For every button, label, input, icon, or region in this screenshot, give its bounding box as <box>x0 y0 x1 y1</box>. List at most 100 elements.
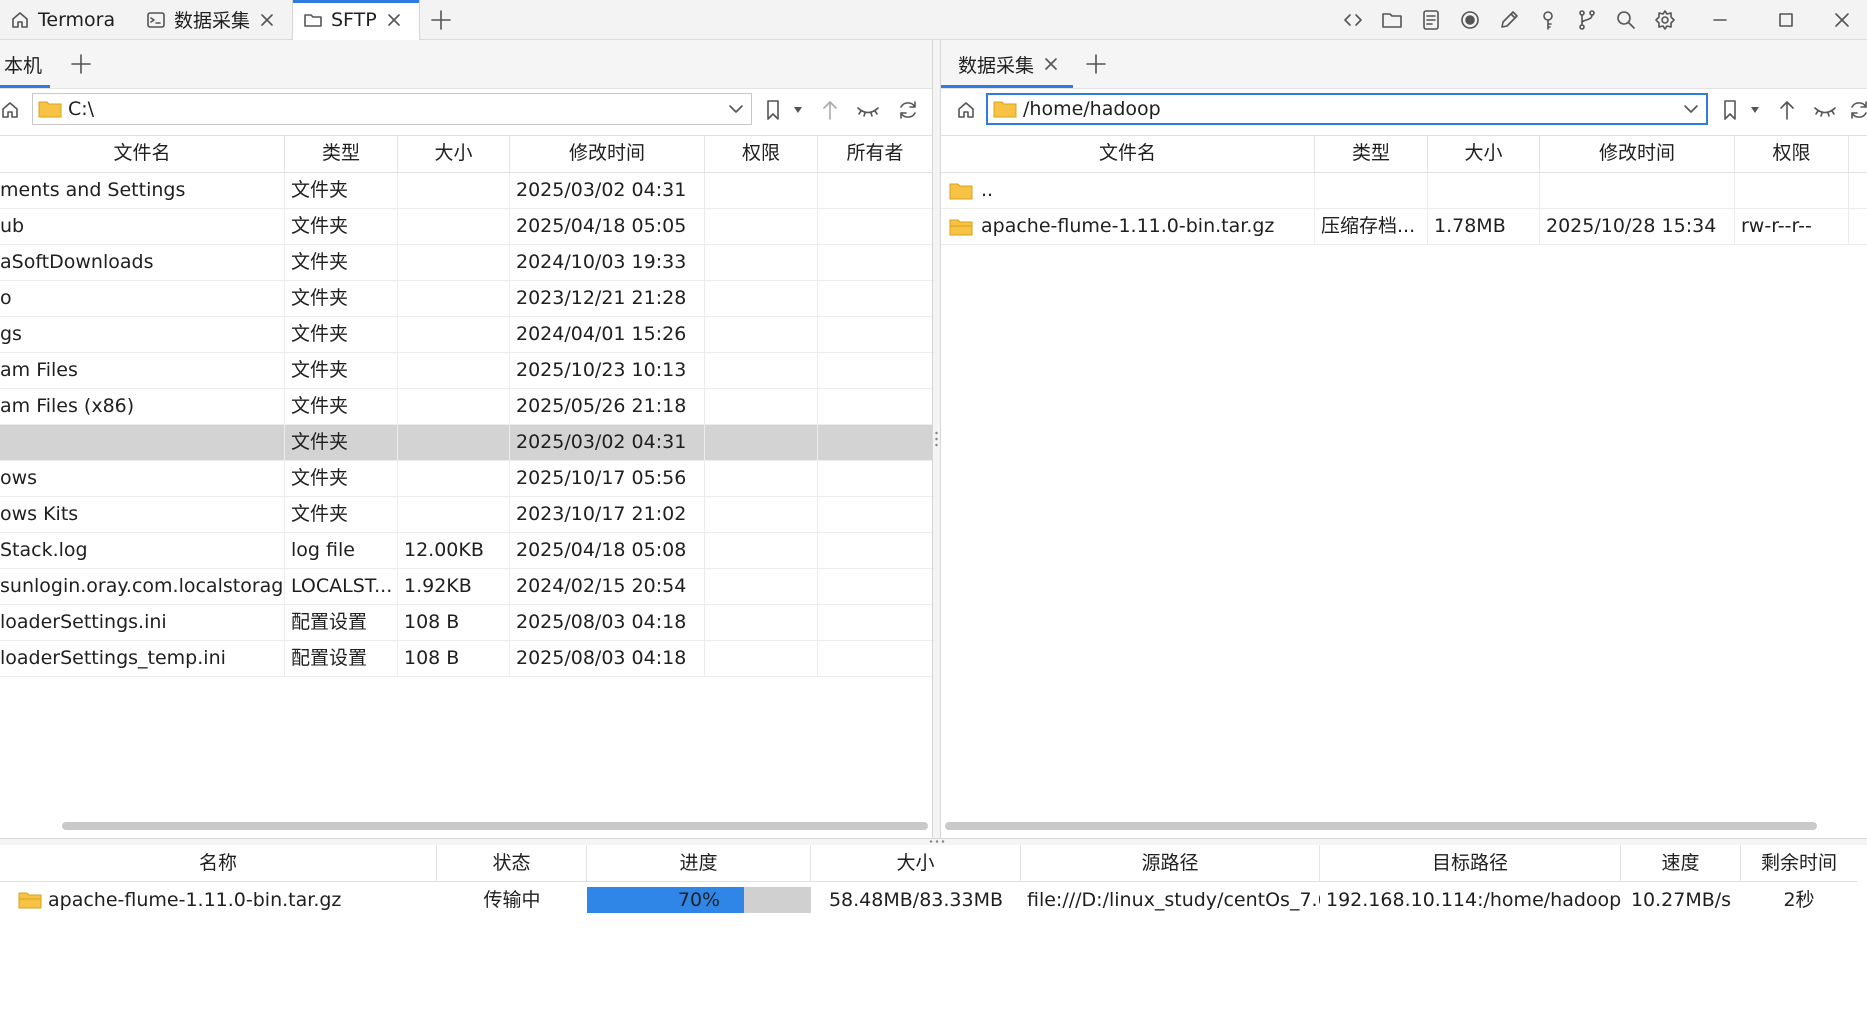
tab-sftp[interactable]: SFTP <box>292 0 420 40</box>
branch-icon[interactable] <box>1574 7 1600 33</box>
caret-down-icon[interactable] <box>791 97 805 123</box>
file-row[interactable]: ments and Settings 文件夹 2025/03/02 04:31 <box>0 173 932 209</box>
home-icon[interactable] <box>0 97 23 123</box>
file-row[interactable]: .. <box>941 173 1867 209</box>
tab-remote-session[interactable]: 数据采集 <box>941 40 1073 88</box>
column-header[interactable]: 进度 <box>587 845 811 881</box>
file-row[interactable]: 文件夹 2025/03/02 04:31 <box>0 425 932 461</box>
home-icon[interactable] <box>953 97 979 123</box>
file-size-cell: 108 B <box>398 605 510 640</box>
close-window-button[interactable] <box>1817 0 1867 39</box>
column-header[interactable]: 速度 <box>1621 845 1741 881</box>
folder-icon[interactable] <box>1379 7 1405 33</box>
file-row[interactable]: aSoftDownloads 文件夹 2024/10/03 19:33 <box>0 245 932 281</box>
pencil-icon[interactable] <box>1496 7 1522 33</box>
column-header[interactable]: 修改时间 <box>510 136 705 172</box>
column-header[interactable]: 剩余时间 <box>1741 845 1857 881</box>
hidden-files-icon[interactable] <box>1812 97 1838 123</box>
bookmark-icon[interactable] <box>760 97 786 123</box>
file-row[interactable]: loaderSettings.ini 配置设置 108 B 2025/08/03 04… <box>0 605 932 641</box>
file-owner-cell <box>818 605 932 640</box>
horizontal-splitter[interactable] <box>0 838 1867 845</box>
document-icon[interactable] <box>1418 7 1444 33</box>
chevron-down-icon[interactable] <box>721 94 751 124</box>
column-header[interactable]: 大小 <box>1428 136 1540 172</box>
record-icon[interactable] <box>1457 7 1483 33</box>
close-icon[interactable] <box>258 11 276 29</box>
remote-path-input[interactable] <box>1023 98 1676 120</box>
column-header[interactable]: 大小 <box>811 845 1021 881</box>
arrow-up-icon[interactable] <box>1774 97 1800 123</box>
file-perm-cell <box>705 425 818 460</box>
maximize-button[interactable] <box>1756 0 1816 39</box>
column-header[interactable]: 目标路径 <box>1320 845 1621 881</box>
tab-data-collection[interactable]: 数据采集 <box>136 0 291 39</box>
file-size-cell: 12.00KB <box>398 533 510 568</box>
code-icon[interactable] <box>1340 7 1366 33</box>
file-row[interactable]: am Files (x86) 文件夹 2025/05/26 21:18 <box>0 389 932 425</box>
transfer-row[interactable]: apache-flume-1.11.0-bin.tar.gz 传输中 70% 5… <box>0 882 1857 918</box>
chevron-down-icon[interactable] <box>1676 94 1706 124</box>
file-mtime-cell: 2025/08/03 04:18 <box>510 605 705 640</box>
column-header[interactable]: 类型 <box>285 136 398 172</box>
file-mtime-cell: 2024/10/03 19:33 <box>510 245 705 280</box>
file-row[interactable]: loaderSettings_temp.ini 配置设置 108 B 2025/08/… <box>0 641 932 677</box>
transfer-progress-bar: 70% <box>587 887 811 913</box>
tab-local[interactable]: 本机 <box>0 40 50 88</box>
column-header[interactable]: 所有者 <box>818 136 932 172</box>
column-header[interactable]: 名称 <box>0 845 437 881</box>
column-header-spacer <box>1849 136 1867 172</box>
file-owner-cell <box>818 281 932 316</box>
column-header[interactable]: 修改时间 <box>1540 136 1735 172</box>
local-path-input[interactable] <box>68 98 721 120</box>
horizontal-scrollbar[interactable] <box>945 822 1817 830</box>
search-icon[interactable] <box>1613 7 1639 33</box>
file-row[interactable]: ows 文件夹 2025/10/17 05:56 <box>0 461 932 497</box>
vertical-splitter[interactable] <box>932 40 941 838</box>
file-name-cell: ows <box>0 461 285 496</box>
column-header[interactable]: 状态 <box>437 845 587 881</box>
arrow-up-icon[interactable] <box>817 97 843 123</box>
local-path-box <box>32 93 752 125</box>
column-header[interactable]: 权限 <box>705 136 818 172</box>
file-perm-cell <box>705 533 818 568</box>
close-icon[interactable] <box>385 11 403 29</box>
file-row[interactable]: Stack.log log file 12.00KB 2025/04/18 05:08 <box>0 533 932 569</box>
file-row[interactable]: ub 文件夹 2025/04/18 05:05 <box>0 209 932 245</box>
minimize-button[interactable] <box>1690 0 1750 39</box>
key-icon[interactable] <box>1535 7 1561 33</box>
horizontal-scrollbar[interactable] <box>62 822 928 830</box>
refresh-icon[interactable] <box>895 97 921 123</box>
add-local-tab-button[interactable] <box>68 51 94 77</box>
file-mtime-cell: 2023/10/17 21:02 <box>510 497 705 532</box>
file-row[interactable]: ows Kits 文件夹 2023/10/17 21:02 <box>0 497 932 533</box>
column-header[interactable]: 类型 <box>1315 136 1428 172</box>
file-name: apache-flume-1.11.0-bin.tar.gz <box>981 215 1275 237</box>
gear-icon[interactable] <box>1652 7 1678 33</box>
remote-path-box <box>986 93 1708 125</box>
file-row[interactable]: apache-flume-1.11.0-bin.tar.gz 压缩存档... 1.7… <box>941 209 1867 245</box>
caret-down-icon[interactable] <box>1748 97 1762 123</box>
file-row[interactable]: gs 文件夹 2024/04/01 15:26 <box>0 317 932 353</box>
tab-termora[interactable]: Termora <box>0 0 130 39</box>
column-header[interactable]: 源路径 <box>1021 845 1320 881</box>
file-row[interactable]: o 文件夹 2023/12/21 21:28 <box>0 281 932 317</box>
file-row[interactable]: am Files 文件夹 2025/10/23 10:13 <box>0 353 932 389</box>
hidden-files-icon[interactable] <box>855 97 881 123</box>
file-mtime-cell: 2025/10/17 05:56 <box>510 461 705 496</box>
column-header[interactable]: 文件名 <box>0 136 285 172</box>
column-header[interactable]: 大小 <box>398 136 510 172</box>
folder-icon <box>38 99 62 119</box>
file-row[interactable]: sunlogin.oray.com.localstorage LOCALST...… <box>0 569 932 605</box>
file-mtime-cell: 2025/05/26 21:18 <box>510 389 705 424</box>
add-tab-button[interactable] <box>428 7 454 33</box>
bookmark-icon[interactable] <box>1717 97 1743 123</box>
column-header[interactable]: 文件名 <box>941 136 1315 172</box>
refresh-icon[interactable] <box>1846 97 1867 123</box>
file-owner-cell <box>818 533 932 568</box>
transfer-target: 192.168.10.114:/home/hadoop/... <box>1326 889 1621 911</box>
add-remote-tab-button[interactable] <box>1083 51 1109 77</box>
column-header[interactable]: 权限 <box>1735 136 1849 172</box>
local-table-header: 文件名 类型 大小 修改时间 权限 所有者 <box>0 135 932 173</box>
close-icon[interactable] <box>1042 55 1060 73</box>
